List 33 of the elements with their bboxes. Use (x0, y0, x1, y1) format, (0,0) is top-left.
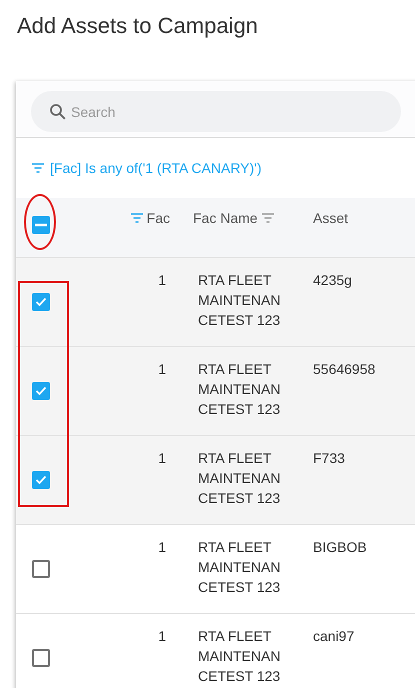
checkmark-icon (35, 297, 47, 307)
minus-icon (35, 223, 47, 227)
table-cell-text: 55646958 (313, 360, 376, 379)
select-all-checkbox[interactable] (32, 216, 50, 234)
table-cell-text: F733 (313, 449, 346, 468)
search-icon (49, 103, 67, 121)
table-cell-text: 1 (157, 627, 167, 646)
table-cell-text: RTA FLEET MAINTENAN CETEST 123 (198, 627, 282, 686)
table-cell-text: RTA FLEET MAINTENAN CETEST 123 (198, 271, 282, 330)
row-checkbox[interactable] (32, 382, 50, 400)
row-checkbox[interactable] (32, 471, 50, 489)
table-cell-text: 1 (157, 271, 167, 290)
table-cell-text: BIGBOB (313, 538, 368, 557)
table-cell-text: 1 (157, 360, 167, 379)
table-cell-text: 4235g (313, 271, 353, 290)
table-cell-text: RTA FLEET MAINTENAN CETEST 123 (198, 360, 282, 419)
row-checkbox[interactable] (32, 649, 50, 667)
column-header[interactable]: Fac (130, 210, 170, 226)
table-cell-text: 1 (157, 449, 167, 468)
page-title: Add Assets to Campaign (17, 12, 259, 40)
column-header[interactable]: Asset (313, 210, 348, 226)
checkmark-icon (35, 386, 47, 396)
filter-icon (32, 163, 44, 173)
checkmark-icon (35, 475, 47, 485)
table-cell-text: RTA FLEET MAINTENAN CETEST 123 (198, 538, 282, 597)
table-cell-text: cani97 (313, 627, 356, 646)
column-header[interactable]: Fac Name (170, 210, 274, 226)
row-checkbox[interactable] (32, 560, 50, 578)
search-field[interactable]: Search (31, 91, 401, 132)
table-cell-text: RTA FLEET MAINTENAN CETEST 123 (198, 449, 282, 508)
highlight-ellipse (24, 194, 56, 250)
row-checkbox[interactable] (32, 293, 50, 311)
table-cell-text: 1 (157, 538, 167, 557)
